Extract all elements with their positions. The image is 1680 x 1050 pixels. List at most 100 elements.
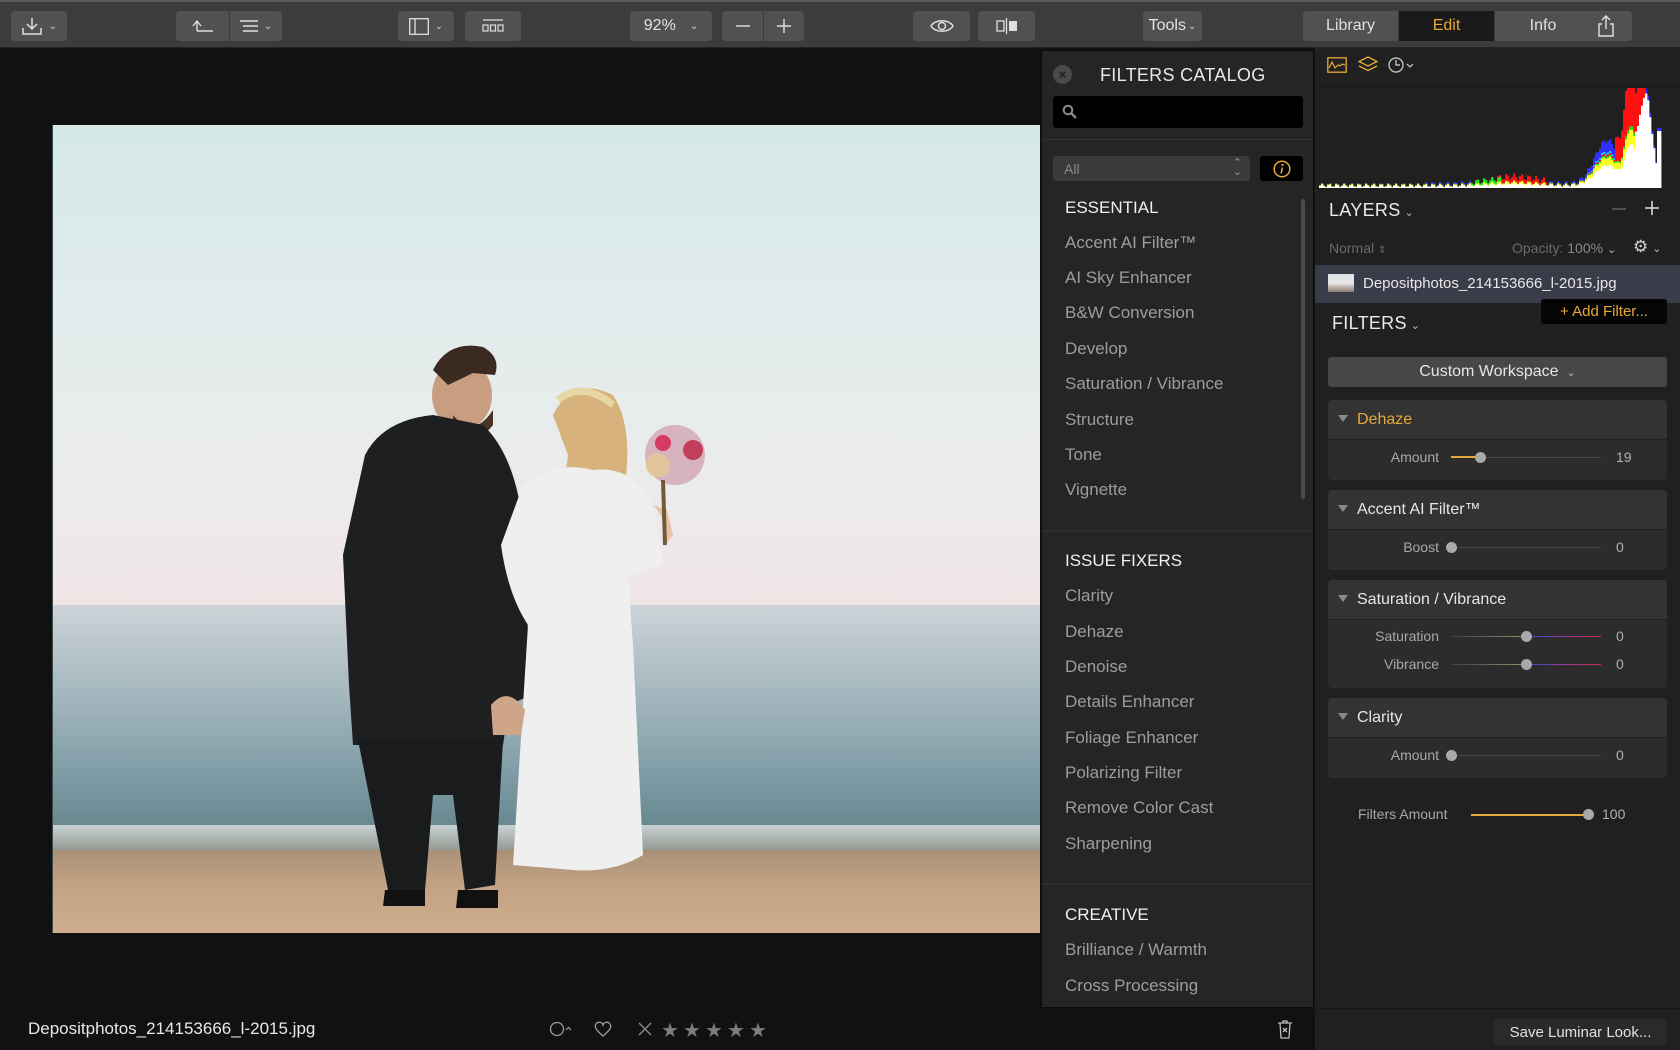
x-reject-icon[interactable] <box>638 1022 652 1036</box>
star-icon[interactable]: ★ <box>749 1018 767 1043</box>
slider-knob[interactable] <box>1446 750 1457 761</box>
eye-icon <box>929 20 954 32</box>
catalog-item[interactable]: B&W Conversion <box>1065 303 1194 323</box>
filter-panel-header[interactable]: Saturation / Vibrance <box>1328 580 1667 620</box>
add-layer-button[interactable] <box>1645 201 1659 215</box>
heart-icon[interactable] <box>594 1021 612 1037</box>
histogram-bin <box>1631 144 1634 188</box>
tab-edit[interactable]: Edit <box>1399 11 1495 41</box>
zoom-level-dropdown[interactable]: 92% ⌄ <box>630 11 712 41</box>
blend-mode-select[interactable]: Normal ⇕ <box>1329 240 1386 256</box>
trash-icon[interactable] <box>1277 1019 1293 1039</box>
layer-item[interactable]: Depositphotos_214153666_l-2015.jpg <box>1315 265 1680 303</box>
info-button[interactable] <box>1260 156 1303 181</box>
layers-icon[interactable] <box>1358 56 1378 74</box>
catalog-item[interactable]: Polarizing Filter <box>1065 763 1182 783</box>
tab-library[interactable]: Library <box>1303 11 1399 41</box>
collapse-triangle-icon[interactable] <box>1338 505 1348 512</box>
divider <box>1042 530 1313 532</box>
filter-panel-header[interactable]: Accent AI Filter™ <box>1328 490 1667 530</box>
catalog-item[interactable]: Dehaze <box>1065 622 1124 642</box>
catalog-item[interactable]: Details Enhancer <box>1065 692 1194 712</box>
list-menu-button[interactable]: ⌄ <box>230 11 282 41</box>
collapse-triangle-icon[interactable] <box>1338 415 1348 422</box>
zoom-out-button[interactable] <box>722 11 763 41</box>
histogram-bin <box>1615 168 1618 188</box>
history-clock-icon[interactable] <box>1388 56 1416 74</box>
catalog-item[interactable]: Tone <box>1065 445 1102 465</box>
close-catalog-button[interactable]: × <box>1053 65 1072 84</box>
filters-amount-slider[interactable] <box>1471 814 1588 816</box>
catalog-item[interactable]: Remove Color Cast <box>1065 798 1213 818</box>
remove-layer-button[interactable] <box>1612 208 1626 210</box>
amount-slider[interactable] <box>1446 750 1601 761</box>
save-luminar-look-button[interactable]: Save Luminar Look... <box>1494 1019 1667 1045</box>
image-filename: Depositphotos_214153666_l-2015.jpg <box>28 1019 316 1038</box>
collapse-triangle-icon[interactable] <box>1338 713 1348 720</box>
catalog-item[interactable]: Structure <box>1065 410 1134 430</box>
close-icon: × <box>1058 67 1067 82</box>
share-button[interactable] <box>1580 11 1632 41</box>
filters-header[interactable]: FILTERS ⌄ <box>1332 313 1420 334</box>
histogram-bin <box>1641 105 1644 188</box>
histogram-bin <box>1481 185 1484 188</box>
catalog-item[interactable]: Vignette <box>1065 480 1127 500</box>
slider-knob[interactable] <box>1583 809 1594 820</box>
layers-header[interactable]: LAYERS ⌄ <box>1329 200 1414 221</box>
preview-button[interactable] <box>913 11 970 41</box>
vibrance-slider[interactable] <box>1451 659 1601 670</box>
filter-panel-header[interactable]: Dehaze <box>1328 400 1667 440</box>
histogram-bin <box>1613 169 1616 188</box>
catalog-item[interactable]: Denoise <box>1065 657 1127 677</box>
slider-value: 0 <box>1616 628 1624 644</box>
updown-chevron-icon: ⇕ <box>1378 245 1387 256</box>
catalog-item[interactable]: Cross Processing <box>1065 976 1198 996</box>
catalog-item[interactable]: Develop <box>1065 339 1127 359</box>
histogram-bin <box>1357 185 1360 188</box>
zoom-in-button[interactable] <box>764 11 804 41</box>
opacity-control[interactable]: Opacity: 100% ⌄ <box>1512 240 1616 256</box>
back-button[interactable] <box>176 11 229 41</box>
catalog-item[interactable]: Clarity <box>1065 586 1113 606</box>
add-filter-button[interactable]: + Add Filter... <box>1541 299 1667 324</box>
import-button[interactable]: ⌄ <box>11 11 67 41</box>
filters-amount-label: Filters Amount <box>1358 806 1448 822</box>
amount-slider[interactable] <box>1451 452 1601 463</box>
boost-slider[interactable] <box>1446 542 1601 553</box>
sidebar-toggle-button[interactable]: ⌄ <box>398 11 454 41</box>
star-icon[interactable]: ★ <box>683 1018 701 1043</box>
catalog-scrollbar[interactable] <box>1301 199 1305 499</box>
circle-flag-icon[interactable] <box>549 1021 573 1037</box>
slider-knob[interactable] <box>1446 542 1457 553</box>
tab-info[interactable]: Info <box>1495 11 1591 41</box>
catalog-item[interactable]: Saturation / Vibrance <box>1065 374 1223 394</box>
compare-button[interactable] <box>978 11 1035 41</box>
photo-canvas[interactable] <box>52 125 1040 933</box>
histogram-bin <box>1475 184 1478 188</box>
tools-dropdown[interactable]: Tools ⌄ <box>1143 11 1202 41</box>
histogram-bin <box>1401 185 1404 188</box>
layer-settings-button[interactable]: ⚙ ⌄ <box>1633 237 1661 257</box>
filter-panel-header[interactable]: Clarity <box>1328 698 1667 738</box>
star-icon[interactable]: ★ <box>661 1018 679 1043</box>
catalog-item[interactable]: Sharpening <box>1065 834 1152 854</box>
slider-value: 19 <box>1616 449 1632 465</box>
workspace-dropdown[interactable]: Custom Workspace ⌄ <box>1328 357 1667 387</box>
slider-knob[interactable] <box>1474 452 1486 463</box>
histogram-icon[interactable] <box>1327 57 1347 73</box>
filmstrip-button[interactable] <box>465 11 521 41</box>
catalog-item[interactable]: Brilliance / Warmth <box>1065 940 1207 960</box>
saturation-slider[interactable] <box>1451 631 1601 642</box>
category-select[interactable]: All ⌃ ⌄ <box>1053 156 1250 181</box>
slider-knob[interactable] <box>1521 631 1532 642</box>
catalog-item[interactable]: AI Sky Enhancer <box>1065 268 1192 288</box>
histogram-bin <box>1323 186 1326 188</box>
catalog-item[interactable]: Accent AI Filter™ <box>1065 233 1196 253</box>
collapse-triangle-icon[interactable] <box>1338 595 1348 602</box>
star-icon[interactable]: ★ <box>705 1018 723 1043</box>
star-icon[interactable]: ★ <box>727 1018 745 1043</box>
catalog-search-input[interactable] <box>1053 96 1303 128</box>
slider-label: Amount <box>1390 747 1439 763</box>
slider-knob[interactable] <box>1521 659 1532 670</box>
catalog-item[interactable]: Foliage Enhancer <box>1065 728 1198 748</box>
